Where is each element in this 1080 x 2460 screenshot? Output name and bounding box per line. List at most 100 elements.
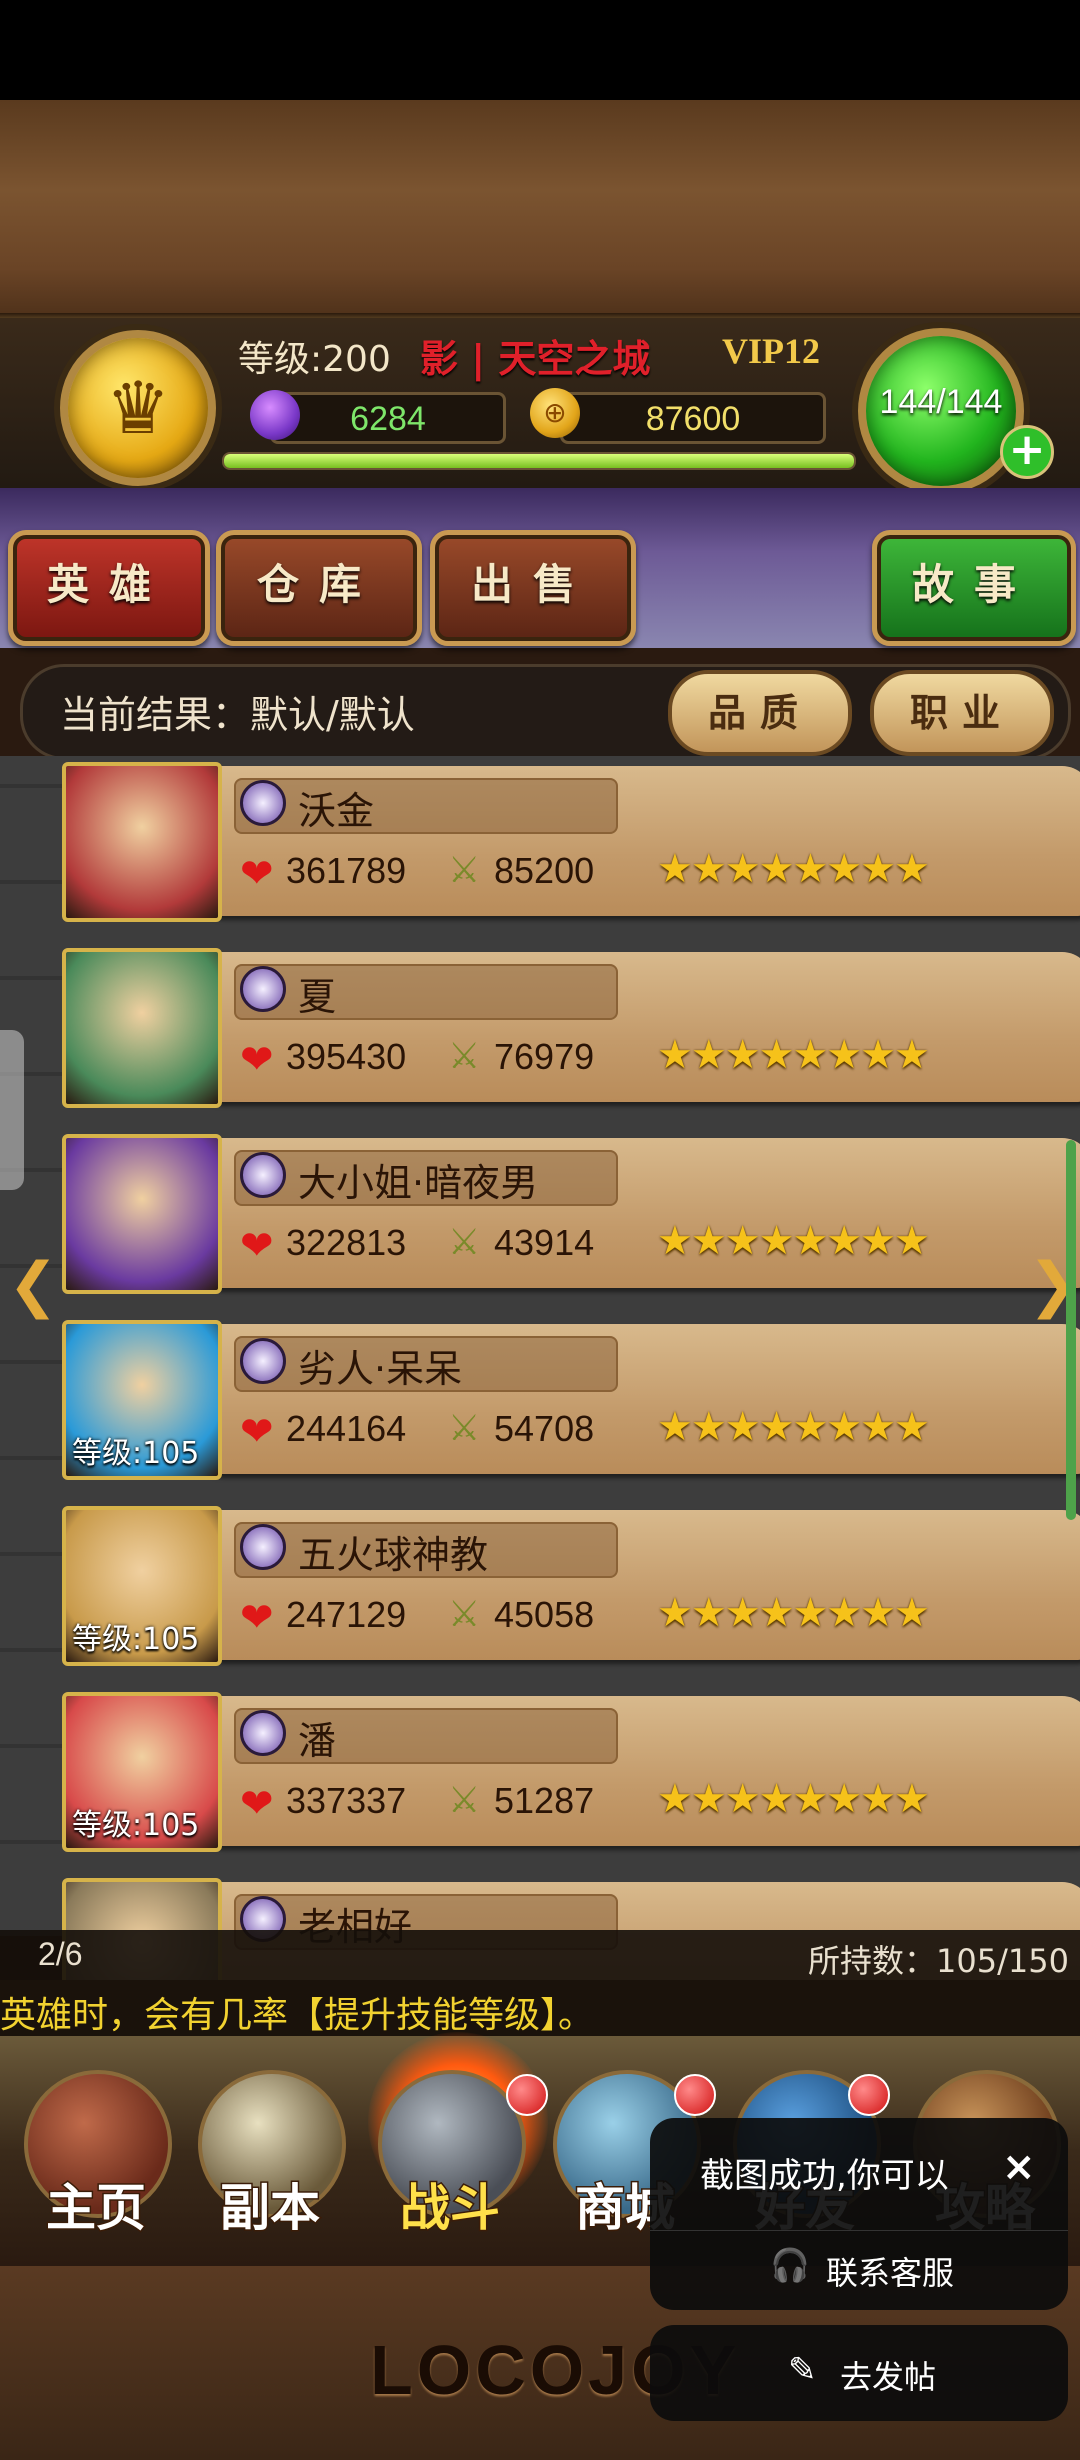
tab-sell[interactable]: 出售 xyxy=(430,530,636,646)
hero-stars: ★★★★★★★★ xyxy=(657,1218,930,1264)
heart-icon: ❤ xyxy=(240,1595,274,1641)
hero-name: 大小姐·暗夜男 xyxy=(298,1161,539,1205)
nav-dungeon[interactable]: 副本 xyxy=(190,2060,346,2240)
hero-row[interactable]: 沃金 ❤ 361789 ⚔ 85200 ★★★★★★★★ xyxy=(62,762,1080,922)
swords-icon: ⚔ xyxy=(448,1780,481,1821)
hero-attack: 43914 xyxy=(494,1222,595,1263)
friends-notification-badge xyxy=(848,2074,890,2116)
hero-level: 等级:105 xyxy=(72,1622,200,1657)
xp-bar xyxy=(222,452,856,470)
player-level: 等级:200 xyxy=(238,339,391,380)
hero-level: 等级:105 xyxy=(72,1436,200,1471)
hero-portrait[interactable] xyxy=(62,948,222,1108)
hero-hp: 247129 xyxy=(286,1594,407,1635)
hero-count: 所持数：105/150 xyxy=(808,1942,1069,1980)
top-banner xyxy=(0,100,1080,325)
hero-stars: ★★★★★★★★ xyxy=(657,1404,930,1450)
contact-support-button[interactable]: 联系客服 xyxy=(826,2248,954,2294)
hero-level: 等级:105 xyxy=(72,1808,200,1843)
gem-icon xyxy=(250,390,300,440)
gold-counter: 87600 xyxy=(560,392,826,444)
hero-portrait[interactable] xyxy=(62,762,222,922)
xp-bar-fill xyxy=(224,454,854,468)
job-filter-button[interactable]: 职业 xyxy=(870,670,1054,756)
add-stamina-button[interactable]: + xyxy=(1000,425,1054,479)
crown-icon: ♛ xyxy=(105,366,171,450)
side-edge-handle[interactable] xyxy=(0,1030,24,1190)
hero-name-plate xyxy=(234,1708,618,1764)
hero-attack: 85200 xyxy=(494,850,595,891)
hero-portrait[interactable]: 等级:105 xyxy=(62,1692,222,1852)
hero-class-icon xyxy=(240,1710,286,1756)
hero-hp: 244164 xyxy=(286,1408,407,1449)
hero-portrait[interactable] xyxy=(62,1134,222,1294)
hero-row[interactable]: 夏 ❤ 395430 ⚔ 76979 ★★★★★★★★ xyxy=(62,948,1080,1108)
hero-stars: ★★★★★★★★ xyxy=(657,1032,930,1078)
hero-portrait[interactable]: 等级:105 xyxy=(62,1320,222,1480)
hero-name-plate xyxy=(234,778,618,834)
hero-name-plate xyxy=(234,964,618,1020)
hero-class-icon xyxy=(240,780,286,826)
hero-row[interactable]: 大小姐·暗夜男 ❤ 322813 ⚔ 43914 ★★★★★★★★ xyxy=(62,1134,1080,1294)
gold-coin-icon: ⊕ xyxy=(530,388,580,438)
hero-class-icon xyxy=(240,1338,286,1384)
hero-stars: ★★★★★★★★ xyxy=(657,846,930,892)
tip-ticker-text: 英雄时，会有几率【提升技能等级】。 xyxy=(0,1995,595,2036)
hero-row[interactable]: 等级:105 劣人·呆呆 ❤ 244164 ⚔ 54708 ★★★★★★★★ xyxy=(62,1320,1080,1480)
battle-notification-badge xyxy=(506,2074,548,2116)
hero-hp: 337337 xyxy=(286,1780,407,1821)
post-button-label: 去发帖 xyxy=(840,2358,937,2396)
nav-battle-label: 战斗 xyxy=(399,2178,502,2239)
nav-home[interactable]: 主页 xyxy=(16,2060,172,2240)
hero-row[interactable]: 等级:105 五火球神教 ❤ 247129 ⚔ 45058 ★★★★★★★★ xyxy=(62,1506,1080,1666)
hero-class-icon xyxy=(240,1152,286,1198)
heart-icon: ❤ xyxy=(240,1037,274,1083)
hero-name: 潘 xyxy=(298,1719,337,1763)
heart-icon: ❤ xyxy=(240,851,274,897)
pencil-icon: ✎ xyxy=(788,2350,817,2390)
swords-icon: ⚔ xyxy=(448,1222,481,1263)
hero-hp: 395430 xyxy=(286,1036,407,1077)
nav-battle[interactable]: 战斗 xyxy=(370,2060,526,2240)
quality-filter-button[interactable]: 品质 xyxy=(668,670,852,756)
tab-heroes[interactable]: 英雄 xyxy=(8,530,210,646)
swords-icon: ⚔ xyxy=(448,1036,481,1077)
gem-value: 6284 xyxy=(350,400,426,438)
list-scrollbar[interactable] xyxy=(1066,1140,1076,1520)
toast-message: 截图成功,你可以 xyxy=(700,2156,949,2196)
hero-name: 劣人·呆呆 xyxy=(298,1347,463,1391)
close-icon[interactable]: × xyxy=(1002,2144,1036,2190)
swords-icon: ⚔ xyxy=(448,1408,481,1449)
swords-icon: ⚔ xyxy=(448,1594,481,1635)
hero-hp: 322813 xyxy=(286,1222,407,1263)
hero-stars: ★★★★★★★★ xyxy=(657,1590,930,1636)
hero-hp: 361789 xyxy=(286,850,407,891)
swords-icon: ⚔ xyxy=(448,850,481,891)
stamina-value: 144/144 xyxy=(879,383,1003,421)
crown-orb-icon[interactable]: ♛ xyxy=(60,330,216,486)
hero-attack: 45058 xyxy=(494,1594,595,1635)
toast-divider xyxy=(650,2230,1068,2231)
hero-class-icon xyxy=(240,1524,286,1570)
hero-attack: 51287 xyxy=(494,1780,595,1821)
heart-icon: ❤ xyxy=(240,1409,274,1455)
shop-notification-badge xyxy=(674,2074,716,2116)
hero-name: 五火球神教 xyxy=(298,1533,489,1577)
vip-level: VIP12 xyxy=(722,331,820,371)
prev-page-arrow-icon[interactable]: ❮ xyxy=(8,1250,58,1320)
tab-warehouse[interactable]: 仓库 xyxy=(216,530,422,646)
page-indicator: 2/6 xyxy=(38,1936,83,1972)
tab-story[interactable]: 故事 xyxy=(872,530,1076,646)
nav-dungeon-label: 副本 xyxy=(219,2178,322,2239)
gem-counter: 6284 xyxy=(270,392,506,444)
guild-name: 影 | 天空之城 xyxy=(420,337,651,381)
hero-portrait[interactable]: 等级:105 xyxy=(62,1506,222,1666)
hero-stars: ★★★★★★★★ xyxy=(657,1776,930,1822)
headset-icon: 🎧 xyxy=(770,2246,810,2284)
hero-row[interactable]: 等级:105 潘 ❤ 337337 ⚔ 51287 ★★★★★★★★ xyxy=(62,1692,1080,1852)
hero-name: 夏 xyxy=(298,975,337,1019)
hero-name: 沃金 xyxy=(298,789,375,833)
heart-icon: ❤ xyxy=(240,1223,274,1269)
hero-attack: 54708 xyxy=(494,1408,595,1449)
filter-result-label: 当前结果：默认/默认 xyxy=(60,693,415,737)
